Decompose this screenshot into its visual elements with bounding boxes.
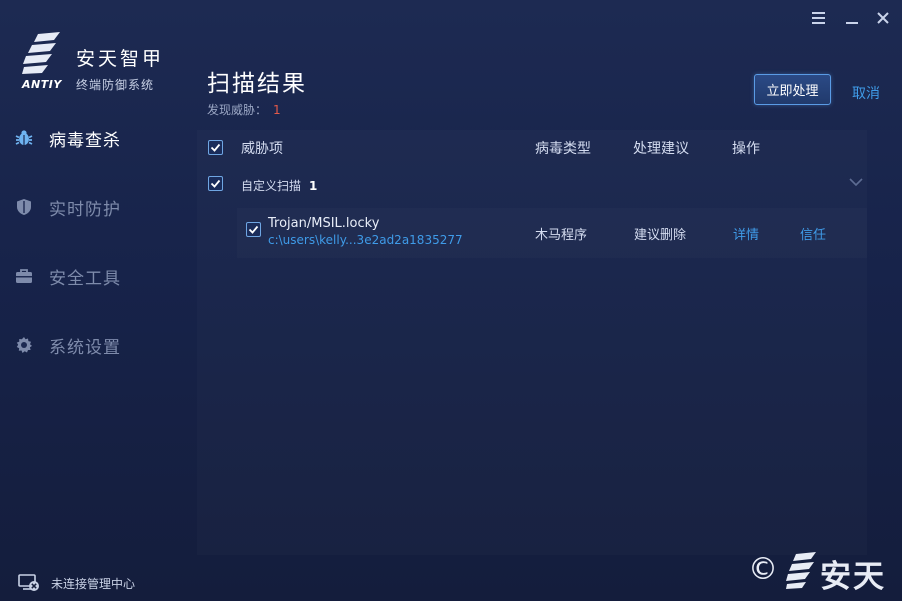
antiy-logo-icon [786,552,816,589]
group-label: 自定义扫描 1 [241,177,317,194]
scan-group-row[interactable]: 自定义扫描 1 [197,168,867,202]
column-header-advice: 处理建议 [633,141,689,157]
page-title: 扫描结果 [207,71,307,97]
threat-summary: 发现威胁： 1 [207,101,281,118]
antiy-watermark: © 安天 [748,548,894,595]
group-count: 1 [309,179,318,193]
details-link[interactable]: 详情 [733,224,759,243]
group-name: 自定义扫描 [241,179,302,193]
sidebar-item-label: 实时防护 [49,199,121,220]
threat-checkbox[interactable] [246,222,261,237]
check-icon [210,179,221,188]
threat-label: 发现威胁： [207,103,268,117]
select-all-checkbox[interactable] [208,140,223,155]
sidebar-item-realtime-protection[interactable]: 实时防护 [0,187,197,227]
threat-advice: 建议删除 [634,228,687,243]
sidebar-item-label: 病毒查杀 [49,130,121,151]
check-icon [248,225,259,234]
column-header-operation: 操作 [732,141,760,157]
column-header-type: 病毒类型 [535,141,591,157]
watermark-text: 安天 [820,559,886,595]
threat-type: 木马程序 [535,228,588,243]
sidebar: ANTIY 安天智甲 终端防御系统 病毒查杀 实时防护 安全工具 系统设置 未连… [0,0,197,601]
sidebar-item-label: 安全工具 [49,268,121,289]
copyright-icon: © [748,552,778,587]
bug-icon [15,129,33,147]
process-now-button[interactable]: 立即处理 [754,74,831,105]
brand-title: 安天智甲 [76,48,165,70]
sidebar-item-label: 系统设置 [49,337,121,358]
threat-row: Trojan/MSIL.locky c:\users\kelly...3e2ad… [237,208,867,258]
app-window: ANTIY 安天智甲 终端防御系统 病毒查杀 实时防护 安全工具 系统设置 未连… [0,0,902,601]
threat-count: 1 [273,103,281,117]
connection-status-label: 未连接管理中心 [51,576,136,591]
disconnected-monitor-icon [18,574,39,591]
sidebar-item-security-tools[interactable]: 安全工具 [0,256,197,296]
threat-name: Trojan/MSIL.locky [268,216,380,231]
threat-file-path[interactable]: c:\users\kelly...3e2ad2a1835277 [268,233,463,247]
check-icon [210,143,221,152]
main-panel: 扫描结果 发现威胁： 1 立即处理 取消 威胁项 病毒类型 处理建议 操作 自定义… [197,0,902,601]
group-checkbox[interactable] [208,176,223,191]
connection-status[interactable]: 未连接管理中心 [18,574,135,592]
sidebar-item-system-settings[interactable]: 系统设置 [0,325,197,365]
chevron-down-icon[interactable] [849,178,863,186]
trust-link[interactable]: 信任 [800,224,826,243]
antiy-logo-icon [22,32,60,74]
cancel-button[interactable]: 取消 [852,83,880,103]
column-header-threat: 威胁项 [241,141,283,157]
brand-logo: ANTIY 安天智甲 终端防御系统 [20,30,180,100]
shield-icon [15,198,33,216]
brand-subtitle: 终端防御系统 [76,78,155,92]
sidebar-item-virus-scan[interactable]: 病毒查杀 [0,118,197,158]
brand-wordmark: ANTIY [22,78,62,91]
gear-icon [15,336,33,354]
toolbox-icon [15,267,33,285]
